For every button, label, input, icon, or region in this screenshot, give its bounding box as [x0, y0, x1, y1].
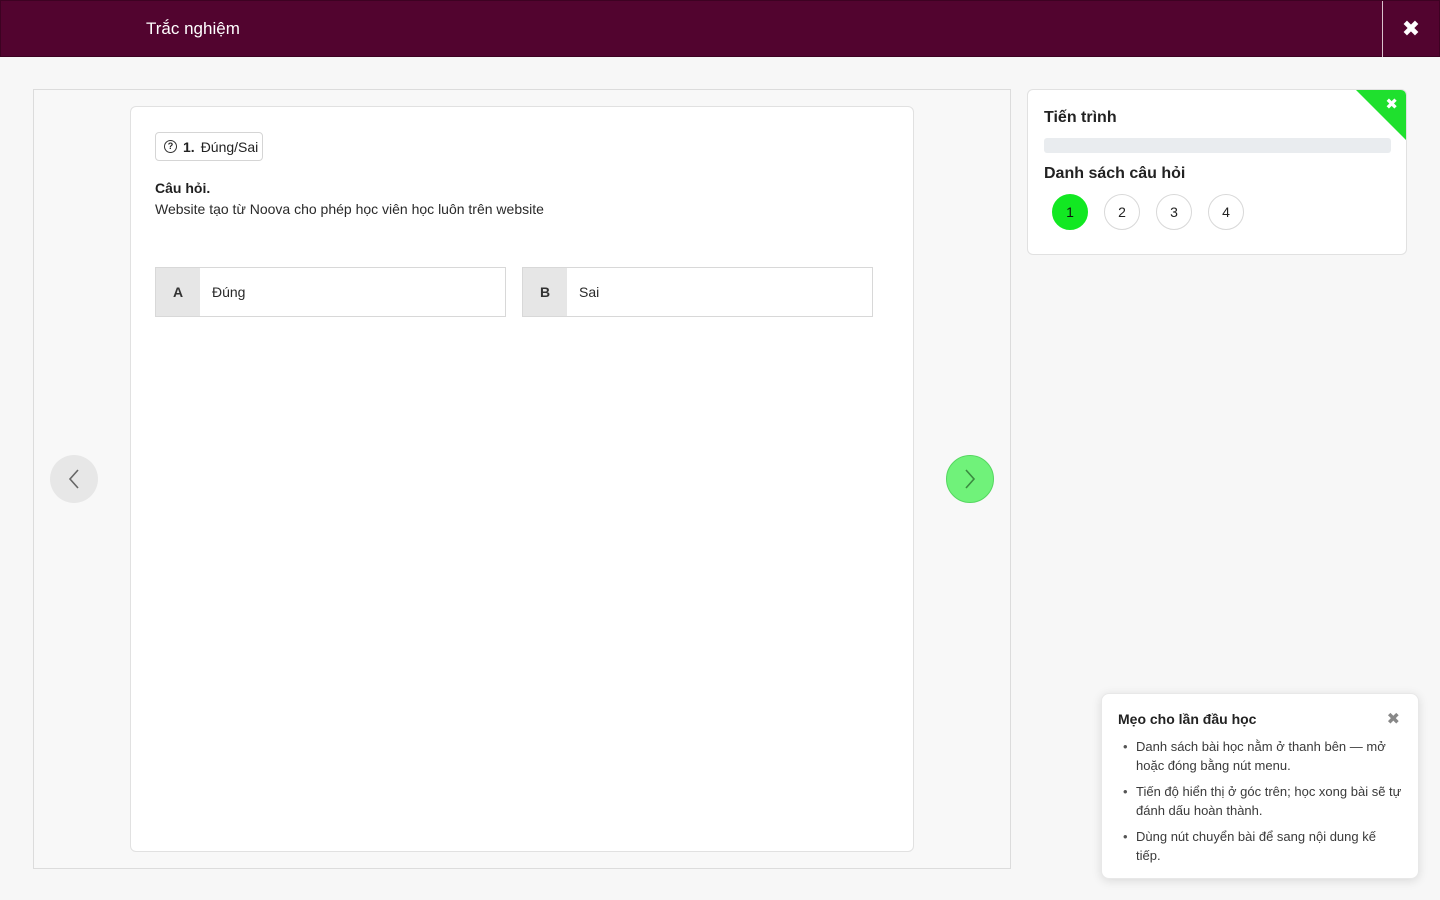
progress-bar [1044, 138, 1391, 153]
question-mark-icon: ? [164, 140, 177, 153]
question-type: Đúng/Sai [200, 138, 259, 155]
close-icon[interactable]: ✖ [1387, 709, 1400, 729]
question-number-list: 1 2 3 4 [1052, 194, 1244, 230]
question-text: Website tạo từ Noova cho phép học viên h… [155, 201, 544, 217]
answer-option-a[interactable]: A Đúng [155, 267, 506, 317]
list-item: Danh sách bài học nằm ở thanh bên — mở h… [1120, 737, 1404, 775]
tips-title: Mẹo cho lần đầu học [1118, 711, 1257, 727]
question-nav-3[interactable]: 3 [1156, 194, 1192, 230]
top-bar: Trắc nghiệm ✖ [0, 0, 1440, 57]
question-nav-4[interactable]: 4 [1208, 194, 1244, 230]
list-item: Tiến độ hiển thị ở góc trên; học xong bà… [1120, 782, 1404, 820]
question-list-title: Danh sách câu hỏi [1044, 165, 1186, 182]
next-question-button[interactable] [946, 455, 994, 503]
option-letter: B [523, 268, 567, 316]
progress-title: Tiến trình [1044, 109, 1117, 126]
option-letter: A [156, 268, 200, 316]
progress-panel: ✖ Tiến trình Danh sách câu hỏi 1 2 3 4 [1027, 89, 1407, 255]
chevron-right-icon [965, 469, 976, 489]
question-card: ? 1. Đúng/Sai Câu hỏi. Website tạo từ No… [130, 106, 914, 852]
question-type-tag: ? 1. Đúng/Sai [155, 132, 264, 161]
previous-question-button[interactable] [50, 455, 98, 503]
tips-list: Danh sách bài học nằm ở thanh bên — mở h… [1120, 737, 1404, 872]
close-quiz-button[interactable]: ✖ [1382, 1, 1439, 57]
panel-corner-ribbon [1356, 90, 1406, 140]
question-number: 1. [183, 138, 195, 155]
chevron-left-icon [68, 469, 79, 489]
question-nav-2[interactable]: 2 [1104, 194, 1140, 230]
close-icon: ✖ [1401, 16, 1421, 41]
question-nav-1[interactable]: 1 [1052, 194, 1088, 230]
tips-popup: Mẹo cho lần đầu học ✖ Danh sách bài học … [1101, 693, 1419, 879]
quiz-stage: ? 1. Đúng/Sai Câu hỏi. Website tạo từ No… [33, 89, 1011, 869]
answer-option-b[interactable]: B Sai [522, 267, 873, 317]
close-panel-icon[interactable]: ✖ [1385, 95, 1398, 113]
question-label: Câu hỏi. [155, 180, 211, 196]
option-text: Đúng [212, 284, 246, 300]
option-text: Sai [579, 284, 600, 300]
list-item: Dùng nút chuyển bài để sang nội dung kế … [1120, 827, 1404, 865]
page-title: Trắc nghiệm [146, 19, 240, 38]
